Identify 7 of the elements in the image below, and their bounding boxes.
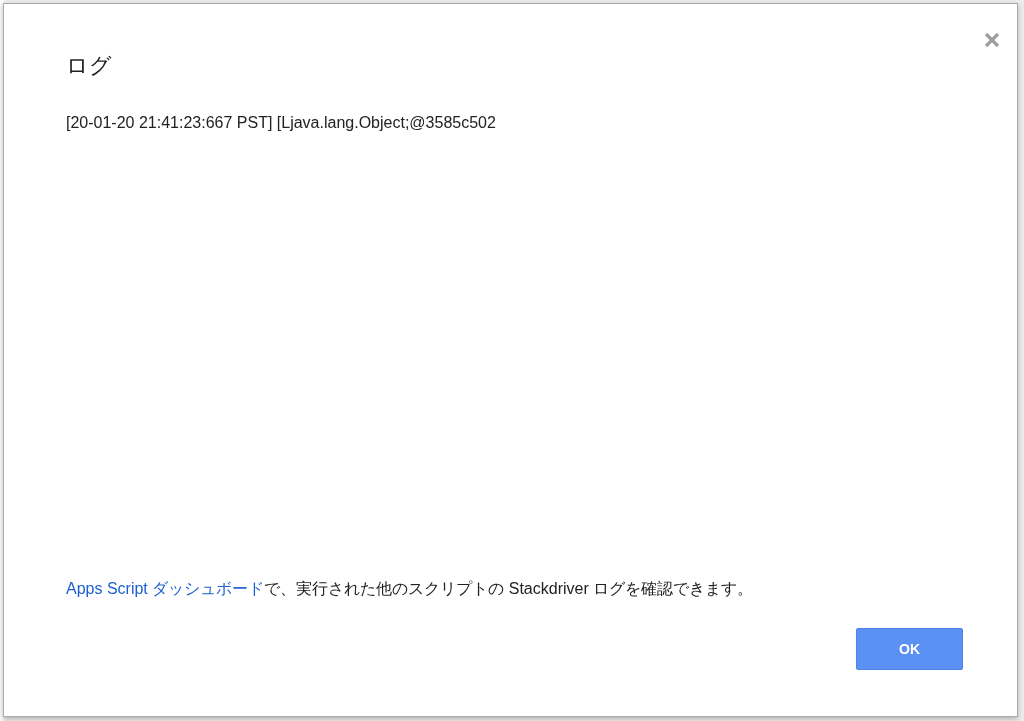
log-line: [20-01-20 21:41:23:667 PST] [Ljava.lang.Object;@3585c502 <box>66 113 496 133</box>
ok-button[interactable]: OK <box>856 628 963 670</box>
close-button[interactable] <box>984 32 1000 48</box>
footer-note: Apps Script ダッシュボードで、実行された他のスクリプトの Stackdriver ログを確認できます。 <box>66 579 754 599</box>
close-icon <box>984 32 1000 48</box>
dialog-title: ログ <box>66 52 112 80</box>
dashboard-link[interactable]: Apps Script ダッシュボード <box>66 580 265 597</box>
